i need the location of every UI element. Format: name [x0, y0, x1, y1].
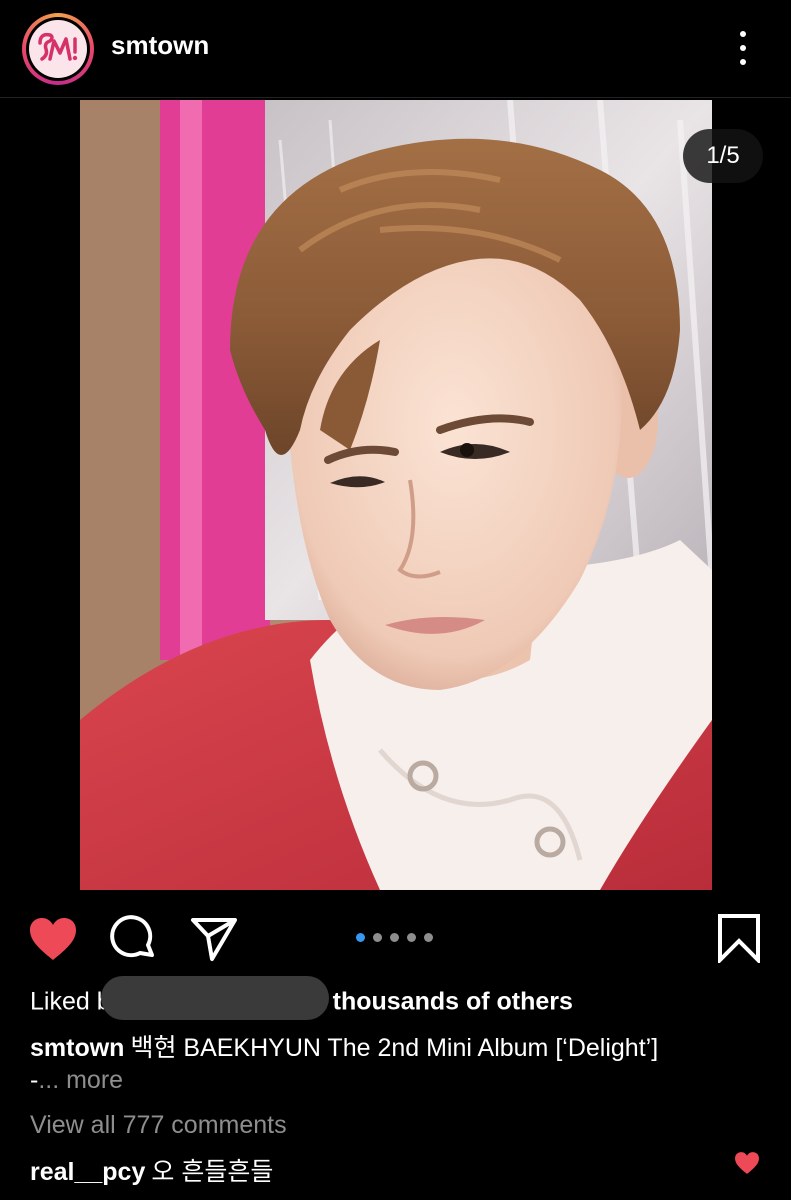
carousel-dot-active: [356, 932, 365, 942]
likes-suffix[interactable]: thousands of others: [333, 988, 573, 1016]
sm-logo-icon: [38, 32, 78, 61]
comment-item: real__pcy 오 흔들흔들: [30, 1152, 273, 1188]
post-header: smtown: [0, 0, 791, 98]
caption-continuation: -... more: [30, 1066, 123, 1095]
avatar[interactable]: [29, 20, 87, 78]
comment-username[interactable]: real__pcy: [30, 1158, 145, 1186]
carousel-dot: [390, 932, 399, 942]
redacted-name: [100, 976, 329, 1020]
likes-prefix: Liked b: [30, 987, 111, 1016]
post-caption: smtown 백현 BAEKHYUN The 2nd Mini Album [‘D…: [30, 1028, 658, 1064]
comment-like-heart-icon[interactable]: [734, 1151, 760, 1175]
story-ring[interactable]: [22, 13, 94, 85]
view-all-comments-link[interactable]: View all 777 comments: [30, 1111, 287, 1140]
portrait-photo: [80, 100, 712, 890]
post-image[interactable]: [80, 100, 712, 890]
comment-text: 오 흔들흔들: [151, 1158, 274, 1186]
carousel-dot: [373, 932, 382, 942]
like-heart-icon[interactable]: [28, 916, 78, 962]
carousel-dot: [407, 932, 416, 942]
likes-summary[interactable]: Liked b thousands of others: [30, 976, 573, 1020]
carousel-dot: [424, 932, 433, 942]
bookmark-icon[interactable]: [717, 913, 761, 965]
carousel-counter: 1/5: [683, 129, 763, 183]
caption-username[interactable]: smtown: [30, 1034, 124, 1062]
caption-more-link[interactable]: ... more: [38, 1066, 123, 1094]
caption-text: 백현 BAEKHYUN The 2nd Mini Album [‘Delight…: [130, 1034, 659, 1062]
comment-bubble-icon[interactable]: [110, 915, 158, 963]
header-username[interactable]: smtown: [111, 30, 209, 61]
paper-plane-icon[interactable]: [190, 916, 238, 962]
carousel-dots: [356, 932, 433, 942]
more-options-icon[interactable]: [726, 28, 760, 68]
